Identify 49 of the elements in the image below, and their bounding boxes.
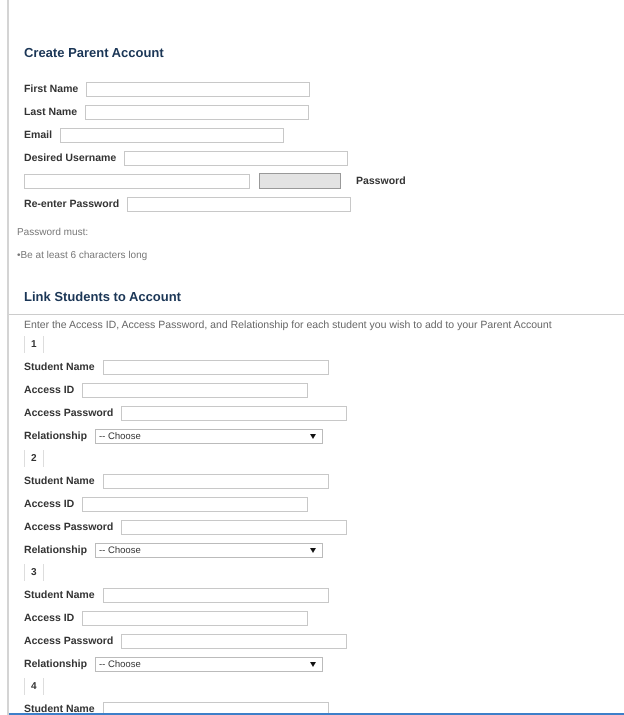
caret-icon — [310, 434, 316, 438]
input-field[interactable] — [85, 104, 310, 120]
field-label: First Name — [24, 83, 78, 95]
field-label: Desired Username — [24, 152, 116, 164]
field-label: Student Name — [24, 361, 95, 373]
rules-title: Password must: — [17, 227, 90, 238]
relationship-select[interactable]: -- Choose — [95, 656, 324, 672]
field-label: Student Name — [24, 475, 95, 487]
password-field[interactable] — [24, 174, 250, 188]
input-field[interactable] — [121, 520, 348, 534]
field-label: Student Name — [24, 589, 95, 601]
field-label: Email — [24, 129, 52, 141]
input-field[interactable] — [86, 82, 310, 96]
student-number: 2 — [24, 450, 44, 467]
field-label: Access Password — [24, 407, 114, 419]
field-label: Relationship — [24, 658, 88, 670]
input-field[interactable] — [102, 474, 329, 488]
student-number: 3 — [24, 564, 44, 581]
student-number: 4 — [24, 678, 44, 695]
field-label: Access Password — [24, 635, 114, 647]
input-field[interactable] — [102, 360, 329, 374]
input-field[interactable] — [127, 196, 352, 212]
student-number: 1 — [24, 336, 44, 353]
input-field[interactable] — [121, 406, 348, 420]
input-field[interactable] — [82, 496, 308, 512]
caret-icon — [310, 662, 316, 666]
input-field[interactable] — [60, 128, 284, 142]
relationship-select[interactable]: -- Choose — [95, 428, 324, 444]
field-label: Last Name — [24, 106, 78, 118]
field-label: Access ID — [24, 384, 74, 396]
rule-text: •Be at least 6 characters long — [17, 250, 148, 261]
field-label: Re-enter Password — [24, 198, 120, 210]
field-label: Relationship — [24, 544, 88, 556]
relationship-select[interactable]: -- Choose — [95, 542, 324, 558]
caret-icon — [310, 548, 316, 552]
input-field[interactable] — [82, 382, 308, 398]
instructions-text: Enter the Access ID, Access Password, and Relationship for each student you wish to add to your Parent Account — [24, 319, 553, 331]
field-label: Access ID — [24, 612, 74, 624]
input-field[interactable] — [121, 634, 348, 648]
input-field[interactable] — [82, 610, 308, 626]
input-field[interactable] — [124, 150, 348, 166]
section-heading: Create Parent Account — [24, 45, 165, 60]
input-field[interactable] — [102, 588, 329, 602]
field-label: Password — [356, 175, 406, 187]
field-label: Access Password — [24, 521, 114, 533]
section-heading: Link Students to Account — [24, 289, 182, 306]
field-label: Student Name — [24, 703, 95, 715]
field-label: Relationship — [24, 430, 88, 442]
field-label: Access ID — [24, 498, 74, 510]
